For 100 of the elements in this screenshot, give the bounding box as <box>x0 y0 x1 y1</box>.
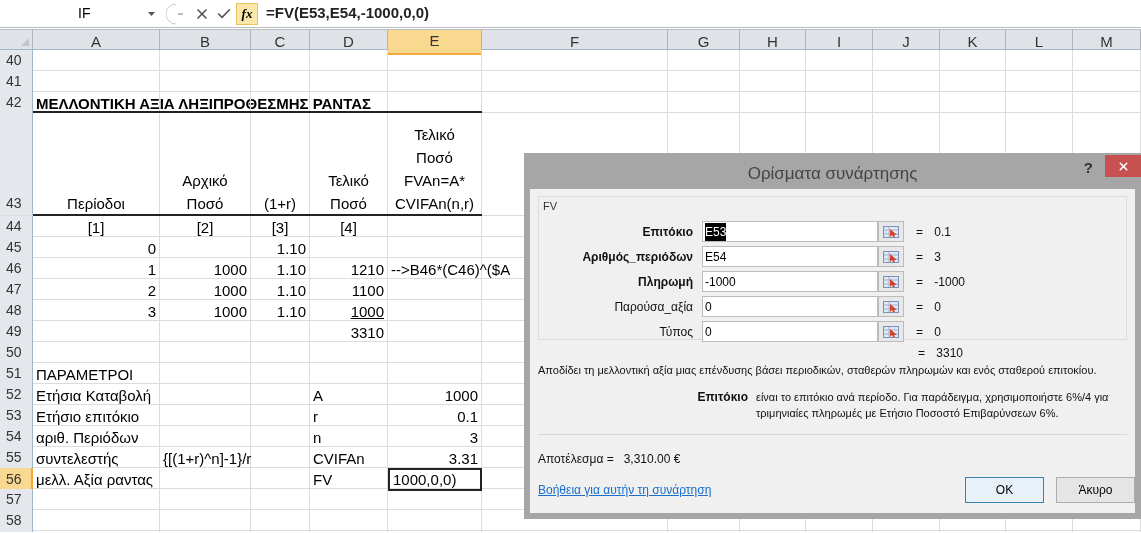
row-header[interactable]: 46 <box>0 258 33 280</box>
argument-result: = -1000 <box>916 273 966 291</box>
collapse-dialog-button[interactable] <box>878 221 904 242</box>
argument-result: = 0 <box>916 323 941 341</box>
column-header[interactable]: M <box>1073 30 1141 55</box>
row-label: FV <box>313 470 333 489</box>
column-header[interactable]: H <box>740 30 806 55</box>
column-header[interactable]: I <box>806 30 873 55</box>
row-header[interactable]: 48 <box>0 300 33 322</box>
number-value: 1000 <box>350 301 384 321</box>
insert-function-button[interactable]: fx <box>236 2 258 25</box>
formula-input[interactable]: =FV(E53,E54,-1000,0,0) <box>266 2 429 25</box>
help-link[interactable]: Βοήθεια για αυτήν τη συνάρτηση <box>538 481 712 499</box>
row-header[interactable]: 40 <box>0 50 33 72</box>
row-header[interactable]: 43 <box>0 113 33 215</box>
dialog-button[interactable]: OK <box>965 477 1044 503</box>
number-value: 1000 <box>444 385 478 405</box>
collapse-dialog-button[interactable] <box>878 271 904 292</box>
number-value: 1000 <box>213 301 247 321</box>
argument-label: Επιτόκιο <box>641 223 693 241</box>
index-label: [1] <box>87 217 105 237</box>
range-select-icon <box>883 325 899 338</box>
number-value: 1.10 <box>276 238 306 258</box>
row-header[interactable]: 47 <box>0 279 33 301</box>
row-header[interactable]: 41 <box>0 71 33 93</box>
collapse-dialog-button[interactable] <box>878 321 904 342</box>
function-name: FV <box>543 199 559 214</box>
row-header[interactable]: 45 <box>0 237 33 259</box>
row-label: Ετήσιο επιτόκιο <box>36 406 140 426</box>
column-header[interactable]: J <box>873 30 940 55</box>
range-select-icon <box>883 275 899 288</box>
argument-result: = 0.1 <box>916 223 952 241</box>
argument-result: = 3 <box>916 248 941 266</box>
row-label: A <box>313 385 323 405</box>
range-select-icon <box>883 300 899 313</box>
column-header[interactable]: C <box>251 30 310 55</box>
row-label: συντελεστής <box>36 448 119 468</box>
row-header[interactable]: 58 <box>0 510 33 532</box>
argument-input[interactable]: 0 <box>702 296 878 317</box>
column-heading-text: Περίοδοι <box>67 194 125 214</box>
row-header[interactable]: 50 <box>0 342 33 364</box>
row-header[interactable]: 55 <box>0 447 33 469</box>
number-value: 1.10 <box>276 301 306 321</box>
number-value: 1000 <box>213 280 247 300</box>
column-heading-text: Τελικό Ποσό <box>328 171 369 214</box>
argument-input[interactable]: 0 <box>702 321 878 342</box>
row-header[interactable]: 52 <box>0 384 33 406</box>
argument-label: Τύπος <box>658 323 693 341</box>
dialog-title: Ορίσματα συνάρτησης <box>747 163 918 185</box>
row-header[interactable]: 44 <box>0 216 33 238</box>
column-heading-text: (1+r) <box>263 194 297 214</box>
column-header[interactable]: B <box>160 30 251 55</box>
close-button[interactable] <box>1105 155 1141 177</box>
row-header[interactable]: 51 <box>0 363 33 385</box>
row-label: CVIFAn <box>313 448 365 468</box>
column-header[interactable]: G <box>668 30 740 55</box>
argument-input[interactable]: -1000 <box>702 271 878 292</box>
row-header[interactable]: 42 <box>0 92 33 114</box>
number-value: 1 <box>147 259 156 279</box>
row-label: n <box>313 427 322 447</box>
dialog-button[interactable]: Άκυρο <box>1056 477 1135 503</box>
index-label: [4] <box>340 217 357 237</box>
column-header[interactable]: E <box>388 30 482 55</box>
row-header[interactable]: 57 <box>0 489 33 511</box>
number-value: 1.10 <box>276 259 306 279</box>
collapse-dialog-button[interactable] <box>878 246 904 267</box>
selected-cell-frame[interactable]: 1000,0,0) <box>388 468 482 491</box>
formula-note: -->B46*(C46)^($A <box>391 259 511 279</box>
argument-input[interactable]: E54 <box>702 246 878 267</box>
number-value: 1000 <box>213 259 247 279</box>
column-header[interactable]: K <box>940 30 1006 55</box>
row-header[interactable]: 56 <box>0 468 33 491</box>
number-value: 3 <box>469 427 478 447</box>
number-value: 1210 <box>350 259 384 279</box>
close-icon <box>1116 159 1130 173</box>
argument-help-name: Επιτόκιο <box>696 389 748 406</box>
row-header[interactable]: 49 <box>0 321 33 343</box>
column-header[interactable]: L <box>1006 30 1073 55</box>
number-value: 2 <box>147 280 156 300</box>
number-value: 1.10 <box>276 280 306 300</box>
range-select-icon <box>883 250 899 263</box>
help-button[interactable]: ? <box>1083 157 1093 180</box>
number-value: 0 <box>147 238 156 258</box>
range-select-icon <box>883 225 899 238</box>
argument-input[interactable]: E53 <box>702 221 878 242</box>
row-header[interactable]: 54 <box>0 426 33 448</box>
argument-result: = 0 <box>916 298 941 316</box>
column-heading-text: Αρχικό Ποσό <box>182 171 228 214</box>
number-value: 3.31 <box>448 448 478 468</box>
index-label: [3] <box>271 217 289 237</box>
caret-icon[interactable] <box>148 11 155 16</box>
row-label: ΠΑΡΑΜΕΤΡΟΙ <box>36 364 134 384</box>
row-label: μελλ. Αξία ραντας <box>36 470 154 489</box>
name-box[interactable]: IF <box>78 3 148 24</box>
row-header[interactable]: 53 <box>0 405 33 427</box>
row-label: {[(1+r)^n]-1}/r <box>163 448 252 468</box>
column-header[interactable]: F <box>482 30 668 55</box>
number-value: 3 <box>147 301 156 321</box>
row-label: Ετήσια Καταβολή <box>36 385 152 405</box>
collapse-dialog-button[interactable] <box>878 296 904 317</box>
